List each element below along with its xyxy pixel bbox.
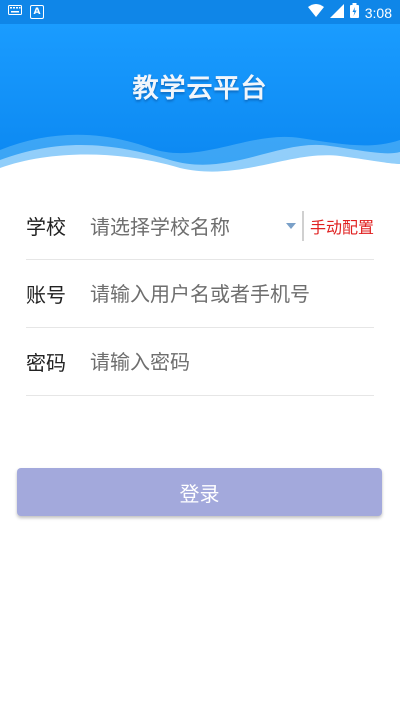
battery-icon: [349, 3, 359, 22]
app-title: 教学云平台: [132, 74, 268, 104]
wifi-icon: [307, 3, 324, 22]
school-row: 学校 请选择学校名称 手动配置: [26, 192, 374, 260]
login-button[interactable]: 登录: [17, 468, 382, 516]
account-input[interactable]: [90, 281, 374, 306]
signal-icon: [329, 3, 344, 22]
status-bar: A 3:08: [0, 0, 400, 24]
school-label: 学校: [26, 215, 66, 239]
clock: 3:08: [364, 4, 392, 21]
account-label: 账号: [26, 283, 66, 307]
password-input[interactable]: [90, 349, 374, 374]
a-icon: A: [30, 4, 44, 19]
password-row: 密码: [26, 328, 374, 396]
dropdown-arrow-icon[interactable]: [285, 222, 296, 229]
wave-decoration: [0, 134, 400, 180]
divider: [301, 210, 304, 241]
keyboard-icon: [8, 4, 22, 19]
password-label: 密码: [26, 351, 66, 375]
header-banner: 教学云平台: [0, 24, 400, 180]
account-row: 账号: [26, 260, 374, 328]
login-form: 学校 请选择学校名称 手动配置 账号 密码: [26, 192, 374, 396]
manual-config-link[interactable]: 手动配置: [310, 214, 374, 238]
school-select[interactable]: 请选择学校名称: [90, 211, 286, 240]
